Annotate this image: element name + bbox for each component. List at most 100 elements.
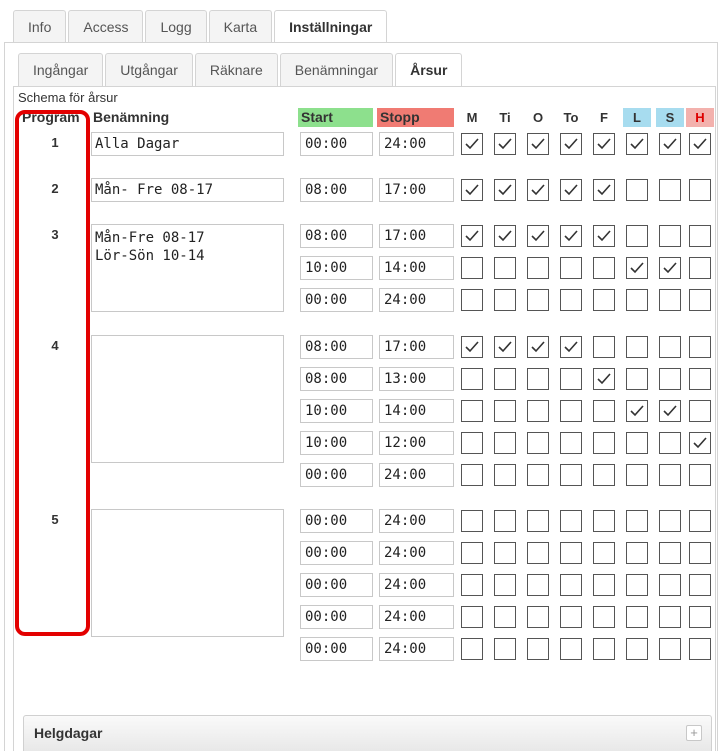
checkbox-day-s[interactable] [659,510,681,532]
start-time-input[interactable]: 08:00 [300,224,373,248]
checkbox-day-to[interactable] [560,510,582,532]
checkbox-day-m[interactable] [461,464,483,486]
tab-info[interactable]: Info [13,10,67,42]
checkbox-day-s[interactable] [659,257,681,279]
stop-time-input[interactable]: 24:00 [379,605,454,629]
checkbox-day-o[interactable] [527,638,549,660]
checkbox-day-o[interactable] [527,400,549,422]
checkbox-day-o[interactable] [527,257,549,279]
checkbox-day-l[interactable] [626,606,648,628]
checkbox-day-o[interactable] [527,289,549,311]
checkbox-day-to[interactable] [560,133,582,155]
checkbox-day-ti[interactable] [494,179,516,201]
checkbox-day-to[interactable] [560,225,582,247]
checkbox-day-h[interactable] [689,336,711,358]
checkbox-day-s[interactable] [659,400,681,422]
start-time-input[interactable]: 00:00 [300,288,373,312]
tab-raknare[interactable]: Räknare [194,53,278,86]
checkbox-day-f[interactable] [593,225,615,247]
stop-time-input[interactable]: 12:00 [379,431,454,455]
program-name-field[interactable] [91,335,284,463]
checkbox-day-h[interactable] [689,257,711,279]
checkbox-day-h[interactable] [689,400,711,422]
stop-time-input[interactable]: 17:00 [379,335,454,359]
checkbox-day-h[interactable] [689,133,711,155]
checkbox-day-m[interactable] [461,432,483,454]
checkbox-day-s[interactable] [659,638,681,660]
checkbox-day-ti[interactable] [494,289,516,311]
checkbox-day-h[interactable] [689,289,711,311]
checkbox-day-to[interactable] [560,179,582,201]
checkbox-day-h[interactable] [689,606,711,628]
start-time-input[interactable]: 00:00 [300,573,373,597]
checkbox-day-f[interactable] [593,336,615,358]
checkbox-day-m[interactable] [461,574,483,596]
program-name-field[interactable]: Mån-Fre 08-17 Lör-Sön 10-14 [91,224,284,312]
checkbox-day-o[interactable] [527,133,549,155]
start-time-input[interactable]: 00:00 [300,605,373,629]
stop-time-input[interactable]: 14:00 [379,399,454,423]
checkbox-day-s[interactable] [659,225,681,247]
tab-karta[interactable]: Karta [208,10,273,42]
checkbox-day-f[interactable] [593,257,615,279]
checkbox-day-m[interactable] [461,257,483,279]
holidays-panel-header[interactable]: Helgdagar + [23,715,712,751]
start-time-input[interactable]: 00:00 [300,541,373,565]
checkbox-day-to[interactable] [560,432,582,454]
program-name-field[interactable]: Mån- Fre 08-17 [91,178,284,202]
checkbox-day-f[interactable] [593,432,615,454]
stop-time-input[interactable]: 24:00 [379,541,454,565]
checkbox-day-l[interactable] [626,368,648,390]
stop-time-input[interactable]: 24:00 [379,463,454,487]
checkbox-day-ti[interactable] [494,574,516,596]
checkbox-day-l[interactable] [626,510,648,532]
checkbox-day-h[interactable] [689,179,711,201]
checkbox-day-l[interactable] [626,133,648,155]
checkbox-day-h[interactable] [689,510,711,532]
checkbox-day-o[interactable] [527,574,549,596]
checkbox-day-h[interactable] [689,225,711,247]
checkbox-day-to[interactable] [560,464,582,486]
checkbox-day-f[interactable] [593,542,615,564]
checkbox-day-o[interactable] [527,542,549,564]
checkbox-day-to[interactable] [560,638,582,660]
start-time-input[interactable]: 08:00 [300,367,373,391]
checkbox-day-s[interactable] [659,606,681,628]
start-time-input[interactable]: 00:00 [300,637,373,661]
checkbox-day-h[interactable] [689,638,711,660]
checkbox-day-l[interactable] [626,542,648,564]
stop-time-input[interactable]: 13:00 [379,367,454,391]
start-time-input[interactable]: 00:00 [300,132,373,156]
start-time-input[interactable]: 10:00 [300,399,373,423]
stop-time-input[interactable]: 24:00 [379,637,454,661]
start-time-input[interactable]: 08:00 [300,335,373,359]
checkbox-day-l[interactable] [626,179,648,201]
checkbox-day-f[interactable] [593,289,615,311]
checkbox-day-ti[interactable] [494,464,516,486]
start-time-input[interactable]: 00:00 [300,509,373,533]
stop-time-input[interactable]: 24:00 [379,288,454,312]
checkbox-day-m[interactable] [461,400,483,422]
checkbox-day-ti[interactable] [494,257,516,279]
stop-time-input[interactable]: 17:00 [379,178,454,202]
checkbox-day-ti[interactable] [494,336,516,358]
checkbox-day-f[interactable] [593,638,615,660]
program-name-field[interactable]: Alla Dagar [91,132,284,156]
checkbox-day-to[interactable] [560,368,582,390]
checkbox-day-l[interactable] [626,400,648,422]
checkbox-day-l[interactable] [626,336,648,358]
program-name-field[interactable] [91,509,284,637]
checkbox-day-ti[interactable] [494,400,516,422]
checkbox-day-m[interactable] [461,289,483,311]
checkbox-day-f[interactable] [593,133,615,155]
tab-utgangar[interactable]: Utgångar [105,53,193,86]
checkbox-day-o[interactable] [527,464,549,486]
checkbox-day-s[interactable] [659,368,681,390]
checkbox-day-o[interactable] [527,336,549,358]
checkbox-day-to[interactable] [560,574,582,596]
checkbox-day-s[interactable] [659,289,681,311]
checkbox-day-f[interactable] [593,464,615,486]
checkbox-day-ti[interactable] [494,368,516,390]
checkbox-day-m[interactable] [461,606,483,628]
start-time-input[interactable]: 10:00 [300,256,373,280]
